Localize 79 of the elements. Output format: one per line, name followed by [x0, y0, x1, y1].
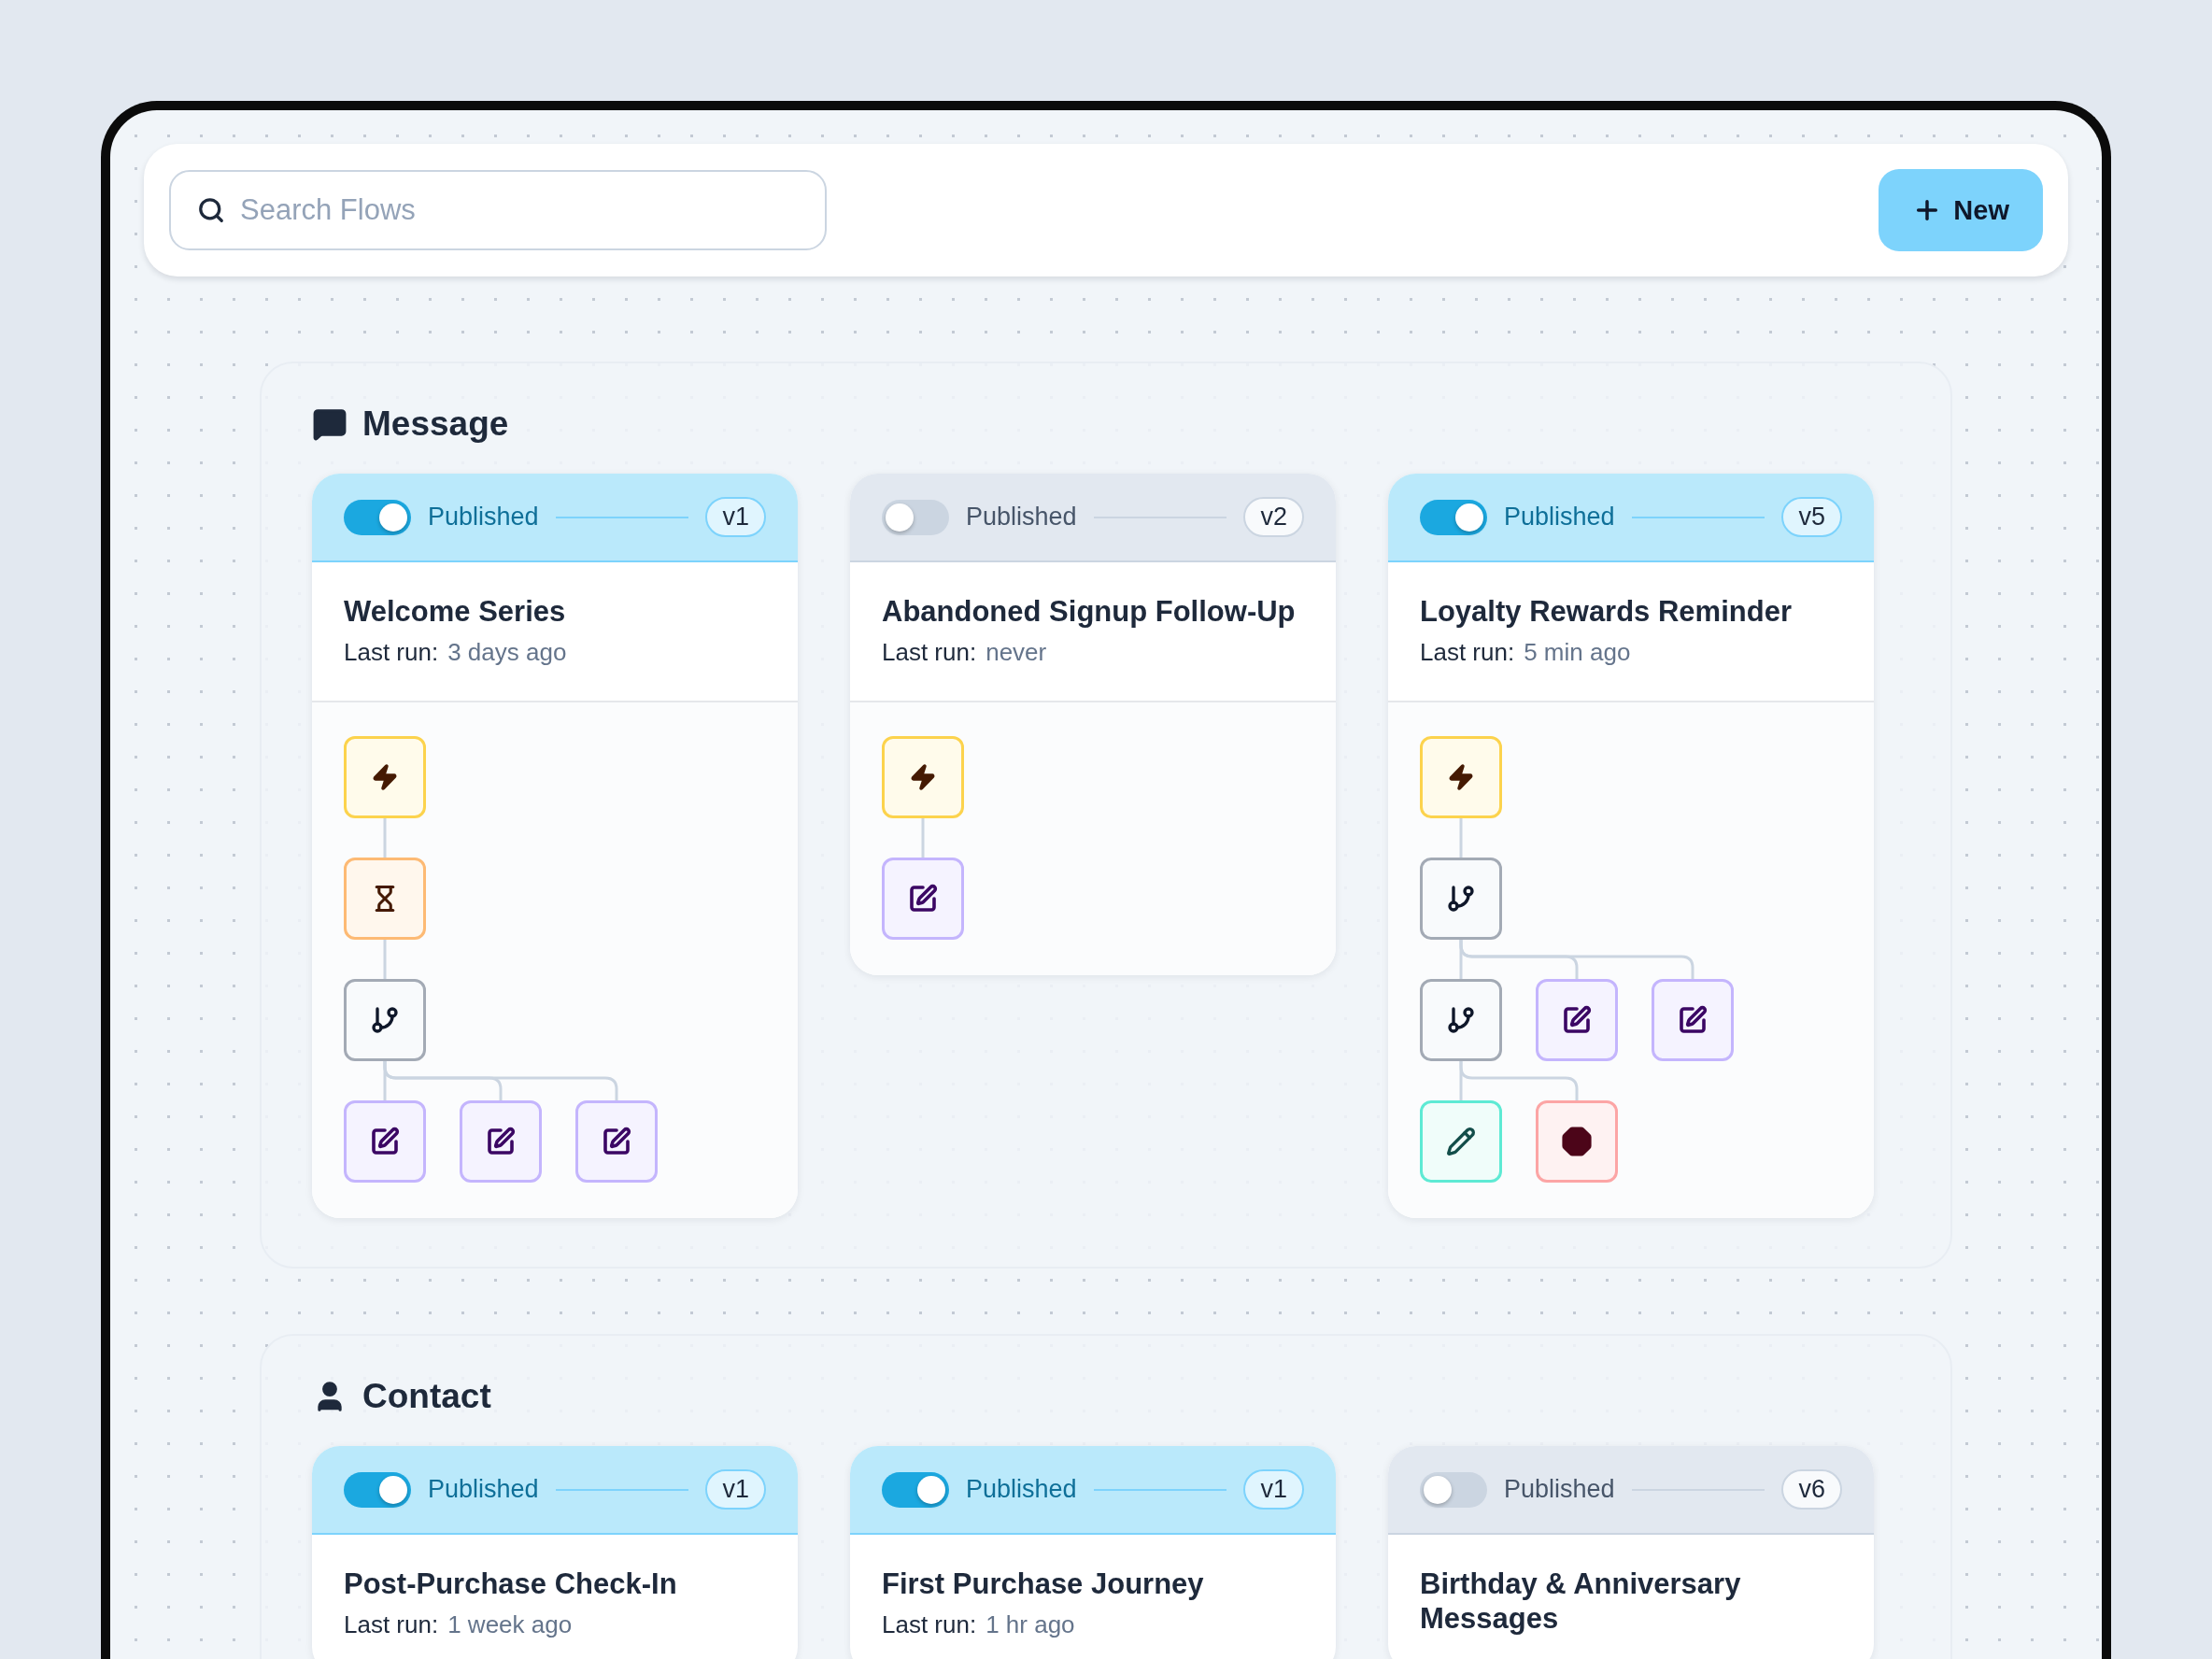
- status-label: Published: [1504, 1475, 1615, 1505]
- octagon-icon: [1561, 1126, 1593, 1158]
- status-label: Published: [966, 503, 1077, 532]
- search-icon: [197, 196, 225, 224]
- edit-icon: [370, 1127, 400, 1157]
- edit-icon: [1562, 1005, 1592, 1036]
- section-title: Message: [362, 404, 509, 444]
- new-button[interactable]: New: [1879, 169, 2043, 251]
- branch-node[interactable]: [1420, 858, 1502, 941]
- edit-icon: [908, 884, 938, 915]
- edit-icon: [486, 1127, 516, 1157]
- version-badge: v1: [1243, 1469, 1304, 1510]
- flow-card[interactable]: Published v1 Welcome Series Last run: 3 days ago: [312, 474, 798, 1219]
- status-label: Published: [1504, 503, 1615, 532]
- connector-line: [383, 818, 387, 858]
- last-run-value: 1 week ago: [447, 1610, 573, 1640]
- last-run-label: Last run:: [344, 1610, 439, 1640]
- flow-name: Birthday & Anniversary Messages: [1420, 1567, 1742, 1637]
- edit-node[interactable]: [1652, 979, 1734, 1062]
- pencil-icon: [1446, 1127, 1476, 1157]
- edit-node[interactable]: [460, 1100, 542, 1184]
- flow-name: First Purchase Journey: [882, 1567, 1205, 1602]
- publish-toggle[interactable]: [344, 499, 411, 535]
- flow-name: Welcome Series: [344, 594, 567, 630]
- status-label: Published: [428, 1475, 539, 1505]
- last-run-value: 5 min ago: [1524, 638, 1631, 668]
- edit-node[interactable]: [344, 1100, 426, 1184]
- last-run-value: 1 hr ago: [985, 1610, 1075, 1640]
- last-run-label: Last run:: [882, 1610, 977, 1640]
- flow-name: Abandoned Signup Follow-Up: [882, 594, 1297, 630]
- status-label: Published: [428, 503, 539, 532]
- edit-node[interactable]: [575, 1100, 658, 1184]
- connector-line: [1459, 818, 1463, 858]
- last-run-label: Last run:: [344, 638, 439, 668]
- publish-toggle[interactable]: [882, 1471, 949, 1508]
- flow-card[interactable]: Published v1 Post-Purchase Check-In Last run: 1 week ago: [312, 1446, 798, 1659]
- lightning-node[interactable]: [1420, 736, 1502, 819]
- last-run-label: Last run:: [1420, 638, 1515, 668]
- version-badge: v1: [705, 497, 766, 537]
- publish-toggle[interactable]: [1420, 1471, 1487, 1508]
- hourglass-node[interactable]: [344, 858, 426, 941]
- lightning-icon: [371, 763, 399, 792]
- lightning-node[interactable]: [344, 736, 426, 819]
- pencil-node[interactable]: [1420, 1100, 1502, 1184]
- lightning-icon: [909, 763, 937, 792]
- flow-name: Loyalty Rewards Reminder: [1420, 594, 1793, 630]
- edit-node[interactable]: [882, 858, 964, 941]
- lightning-node[interactable]: [882, 736, 964, 819]
- chat-bubble-icon: [312, 406, 347, 442]
- flow-card[interactable]: Published v5 Loyalty Rewards Reminder Last run: 5 min ago: [1388, 474, 1874, 1219]
- flow-card[interactable]: Published v6 Birthday & Anniversary Messages: [1388, 1446, 1874, 1659]
- publish-toggle[interactable]: [1420, 499, 1487, 535]
- branch-node[interactable]: [344, 979, 426, 1062]
- version-badge: v2: [1243, 497, 1304, 537]
- flow-name: Post-Purchase Check-In: [344, 1567, 678, 1602]
- version-badge: v5: [1781, 497, 1842, 537]
- connector-line: [921, 818, 925, 858]
- branch-icon: [1446, 1005, 1476, 1036]
- branch-icon: [1446, 884, 1476, 915]
- edit-icon: [1678, 1005, 1708, 1036]
- edit-icon: [602, 1127, 631, 1157]
- search-field[interactable]: Search Flows: [169, 170, 827, 250]
- branch-node[interactable]: [1420, 979, 1502, 1062]
- last-run-label: Last run:: [882, 638, 977, 668]
- lightning-icon: [1447, 763, 1475, 792]
- flow-card[interactable]: Published v2 Abandoned Signup Follow-Up Last run: never: [850, 474, 1336, 976]
- section-title: Contact: [362, 1377, 491, 1417]
- connector-line: [383, 940, 387, 980]
- version-badge: v1: [705, 1469, 766, 1510]
- flow-card[interactable]: Published v1 First Purchase Journey Last run: 1 hr ago: [850, 1446, 1336, 1659]
- stop-node[interactable]: [1536, 1100, 1618, 1184]
- version-badge: v6: [1781, 1469, 1842, 1510]
- last-run-value: 3 days ago: [447, 638, 567, 668]
- edit-node[interactable]: [1536, 979, 1618, 1062]
- last-run-value: never: [985, 638, 1047, 668]
- status-label: Published: [966, 1475, 1077, 1505]
- branch-icon: [370, 1005, 400, 1036]
- publish-toggle[interactable]: [882, 499, 949, 535]
- publish-toggle[interactable]: [344, 1471, 411, 1508]
